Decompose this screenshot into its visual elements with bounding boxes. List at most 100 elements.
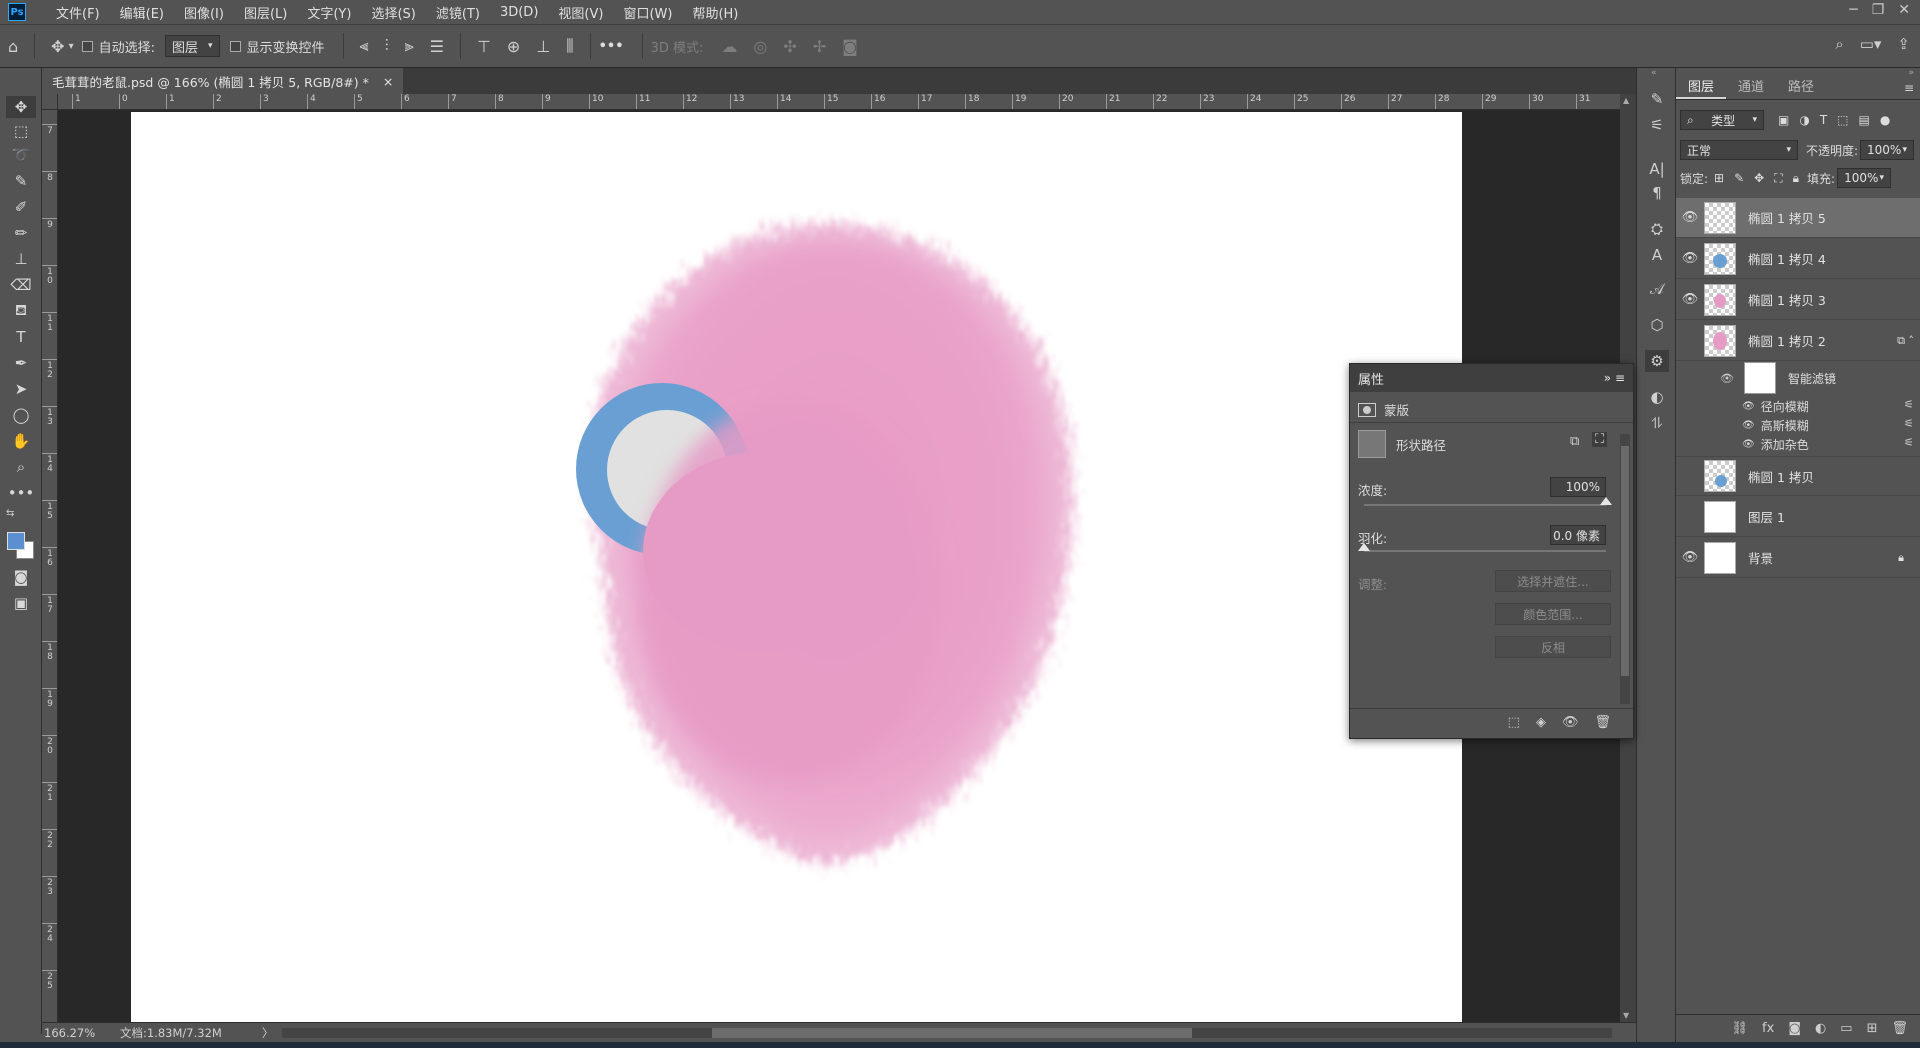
channels-mixer-icon[interactable]: ⥮ [1645,412,1669,434]
vector-mask-icon[interactable]: ⛶ [1592,432,1608,447]
panel-menu-icon[interactable]: ≡ [1904,76,1914,99]
scroll-down-icon[interactable]: ▼ [1623,1011,1629,1020]
brush-tool-icon[interactable]: ✏ [6,222,36,244]
path-select-tool-icon[interactable]: ➤ [6,378,36,400]
screen-mode-icon[interactable]: ▣ [6,592,36,614]
lasso-tool-icon[interactable]: ➰ [6,144,36,166]
tab-channels[interactable]: 通道 [1726,76,1776,99]
character-styles-icon[interactable]: A [1645,244,1669,266]
visibility-eye-icon[interactable]: 👁︎ [1742,439,1755,450]
share-icon[interactable]: ⇪ [1897,35,1910,53]
move-tool-icon[interactable]: ✥ [6,96,36,118]
opacity-input[interactable]: 100% ▾ [1860,140,1914,160]
ellipse-tool-icon[interactable]: ◯ [6,404,36,426]
zoom-level[interactable]: 166.27% [44,1026,120,1040]
density-slider-knob[interactable] [1600,497,1612,505]
smart-object-icon[interactable]: ⧉ ˄ [1897,334,1914,348]
3d-panel-icon[interactable]: ⬡ [1645,314,1669,336]
smart-filter-item[interactable]: 👁︎ 径向模糊 [1742,398,1809,415]
visibility-eye-icon[interactable]: · [1676,469,1704,484]
properties-panel-icon[interactable]: ⚙ [1645,350,1669,372]
pen-tool-icon[interactable]: ✒ [6,352,36,374]
menu-filter[interactable]: 滤镜(T) [426,3,490,22]
glyphs-icon[interactable]: 𝒜 [1645,278,1669,300]
filter-toggle-icon[interactable]: ● [1880,113,1890,127]
hand-tool-icon[interactable]: ✋ [6,430,36,452]
zoom-tool-icon[interactable]: ⌕ [6,456,36,478]
lock-icon[interactable]: 🔒︎ [1898,551,1904,565]
minimize-icon[interactable]: ─ [1849,2,1857,18]
filter-options-icon[interactable]: ⚟ [1904,436,1914,449]
document-tab[interactable]: 毛茸茸的老鼠.psd @ 166% (椭圆 1 拷贝 5, RGB/8#) * … [42,68,404,94]
workspace-icon[interactable]: ▭▾ [1860,35,1882,53]
brush-panel-icon[interactable]: ✎ [1645,88,1669,110]
menu-select[interactable]: 选择(S) [361,3,425,22]
search-icon[interactable]: ⌕ [1835,35,1843,53]
collapse-icon[interactable]: « [1651,68,1657,78]
layer-row[interactable]: · 图层 1 [1676,497,1920,537]
visibility-eye-icon[interactable]: 👁︎ [1720,372,1734,385]
scroll-up-icon[interactable]: ▲ [1623,96,1629,105]
lock-transparency-icon[interactable]: ⊞ [1714,171,1724,186]
brush-settings-icon[interactable]: ⚟ [1645,114,1669,136]
delete-mask-icon[interactable]: 🗑︎ [1594,715,1611,730]
distribute-icon[interactable]: ☰ [430,37,444,56]
visibility-eye-icon[interactable]: · [1676,509,1704,524]
marquee-tool-icon[interactable]: ⬚ [6,120,36,142]
menu-view[interactable]: 视图(V) [548,3,613,22]
menu-type[interactable]: 文字(Y) [297,3,361,22]
filter-kind-dropdown[interactable]: ⌕ 类型 ▾ [1680,110,1764,130]
properties-header[interactable]: 属性 » ≡ [1350,364,1633,392]
adjustment-layer-icon[interactable]: ◐ [1815,1021,1826,1036]
show-transform-checkbox[interactable] [229,40,241,52]
move-tool-icon[interactable]: ✥ [51,37,64,56]
lock-artboard-icon[interactable]: ⛶ [1774,171,1782,186]
menu-window[interactable]: 窗口(W) [613,3,682,22]
align-bottom-icon[interactable]: ⊥ [536,37,550,56]
tab-paths[interactable]: 路径 [1776,76,1826,99]
visibility-eye-icon[interactable]: 👁︎ [1742,401,1755,412]
density-input[interactable]: 100% [1550,477,1606,497]
filter-pixel-icon[interactable]: ▣ [1778,113,1789,127]
layer-row[interactable]: 👁︎ 背景 🔒︎ [1676,538,1920,578]
lock-image-icon[interactable]: ✎ [1734,171,1744,186]
link-layers-icon[interactable]: ⛓ [1732,1021,1749,1036]
align-vcenter-icon[interactable]: ⊕ [507,37,520,56]
fill-input[interactable]: 100% ▾ [1837,168,1892,188]
align-left-icon[interactable]: ⫷ [360,36,369,56]
visibility-eye-icon[interactable]: · [1676,333,1704,348]
auto-select-dropdown[interactable]: 图层 ▾ [164,35,220,57]
new-layer-icon[interactable]: ⊞ [1867,1021,1878,1036]
type-tool-icon[interactable]: T [6,326,36,348]
visibility-eye-icon[interactable]: 👁︎ [1676,251,1704,266]
horizontal-ruler[interactable]: 1 0 1 2 3 4 5 6 7 8 9 10 11 12 13 14 15 16 17 18 19 20 21 22 23 2… [58,94,1636,110]
adjustments-icon[interactable]: ◐ [1645,386,1669,408]
color-range-button[interactable]: 颜色范围... [1495,603,1611,625]
visibility-eye-icon[interactable]: 👁︎ [1742,420,1755,431]
smart-filter-item[interactable]: 👁︎ 高斯模糊 [1742,417,1809,434]
menu-layer[interactable]: 图层(L) [234,3,297,22]
fx-icon[interactable]: fx [1762,1021,1774,1036]
distribute-v-icon[interactable]: ⫼ [566,36,573,56]
load-selection-icon[interactable]: ⬚ [1508,715,1520,730]
horizontal-scroll-thumb[interactable] [712,1028,1192,1038]
character-panel-icon[interactable]: A| [1645,158,1669,180]
density-slider[interactable] [1364,504,1606,506]
paint-bucket-tool-icon[interactable]: ⛾ [6,300,36,322]
lock-all-icon[interactable]: 🔒︎ [1793,171,1799,186]
delete-layer-icon[interactable]: 🗑︎ [1891,1021,1908,1036]
properties-scrollbar[interactable] [1620,434,1630,704]
feather-input[interactable]: 0.0 像素 [1550,525,1606,545]
properties-scroll-thumb[interactable] [1621,446,1629,676]
add-mask-icon[interactable]: ⧉ [1570,434,1579,449]
swap-colors-icon[interactable]: ⇆ [6,508,14,519]
menu-file[interactable]: 文件(F) [46,3,110,22]
select-and-mask-button[interactable]: 选择并遮住... [1495,570,1611,592]
filter-smart-icon[interactable]: ▤ [1859,113,1870,127]
feather-slider-knob[interactable] [1358,543,1370,551]
layer-row[interactable]: · 椭圆 1 拷贝 2 ⧉ ˄ [1676,321,1920,361]
horizontal-scrollbar[interactable] [282,1028,1612,1038]
panel-menu-icon[interactable]: » ≡ [1604,371,1625,385]
filter-options-icon[interactable]: ⚟ [1904,398,1914,411]
invert-button[interactable]: 反相 [1495,636,1611,658]
